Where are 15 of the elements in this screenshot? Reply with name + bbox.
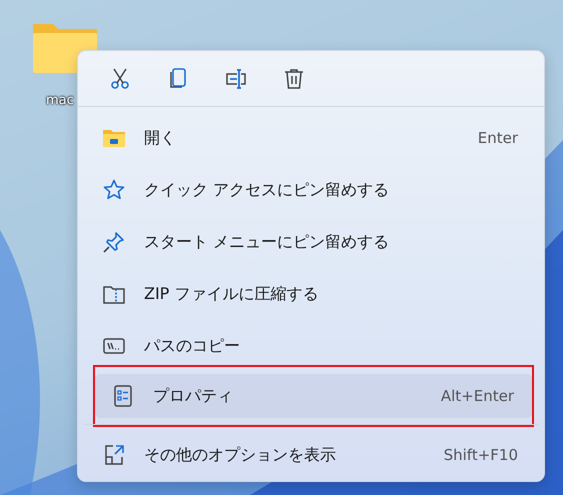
menu-item[interactable]: スタート メニューにピン留めする (86, 220, 536, 264)
menu-item[interactable]: パスのコピー (86, 324, 536, 368)
rename-icon (224, 66, 248, 90)
menu-item[interactable]: 開く Enter (86, 116, 536, 160)
menu-item[interactable]: ZIP ファイルに圧縮する (86, 272, 536, 316)
menu-item[interactable]: その他のオプションを表示 Shift+F10 (86, 433, 536, 477)
trash-icon (282, 66, 306, 90)
pin-icon (102, 230, 126, 254)
menu-item[interactable]: クイック アクセスにピン留めする (86, 168, 536, 212)
shortcut-text: Enter (478, 129, 518, 147)
shortcut-text: Shift+F10 (444, 446, 518, 464)
star-icon (102, 178, 126, 202)
menu-item[interactable]: プロパティ Alt+Enter (95, 374, 532, 418)
shortcut-text: Alt+Enter (440, 387, 514, 405)
folder-label: mac (46, 93, 74, 108)
